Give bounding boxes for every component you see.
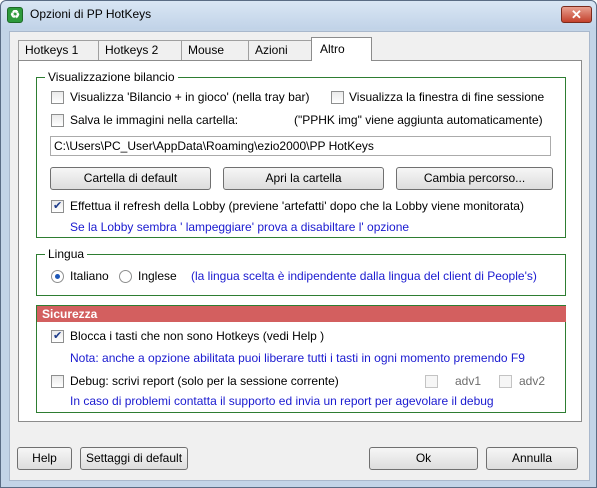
- balance-group-legend: Visualizzazione bilancio: [45, 70, 178, 84]
- debug-checkbox[interactable]: [51, 375, 64, 388]
- adv1-label: adv1: [455, 374, 482, 388]
- show-balance-label: Visualizza 'Bilancio + in gioco' (nella …: [70, 90, 310, 104]
- save-images-note: ("PPHK img" viene aggiunta automaticamen…: [294, 113, 543, 127]
- balance-group: Visualizzazione bilancio Visualizza 'Bil…: [36, 70, 566, 238]
- window-title: Opzioni di PP HotKeys: [30, 7, 152, 21]
- tab-panel-altro: Visualizzazione bilancio Visualizza 'Bil…: [18, 60, 582, 422]
- language-group-legend: Lingua: [45, 247, 88, 261]
- default-settings-button[interactable]: Settaggi di default: [80, 447, 188, 470]
- debug-label: Debug: scrivi report (solo per la sessio…: [70, 374, 339, 388]
- adv1-checkbox[interactable]: [425, 375, 438, 388]
- tab-mouse[interactable]: Mouse: [181, 40, 249, 60]
- dialog-client-area: Hotkeys 1 Hotkeys 2 Mouse Azioni Altro V…: [9, 31, 590, 481]
- refresh-lobby-checkbox[interactable]: [51, 199, 64, 213]
- english-radio[interactable]: [119, 270, 132, 283]
- title-bar[interactable]: ♻ Opzioni di PP HotKeys ✕: [1, 1, 596, 29]
- open-folder-button[interactable]: Apri la cartella: [223, 167, 384, 190]
- close-button[interactable]: ✕: [561, 6, 592, 23]
- change-path-button[interactable]: Cambia percorso...: [396, 167, 553, 190]
- english-label: Inglese: [138, 269, 177, 283]
- show-balance-checkbox[interactable]: [51, 91, 64, 104]
- tab-altro[interactable]: Altro: [311, 37, 372, 61]
- refresh-lobby-note: Se la Lobby sembra ' lampeggiare' prova …: [70, 220, 410, 234]
- tab-azioni[interactable]: Azioni: [248, 40, 312, 60]
- save-images-checkbox[interactable]: [51, 114, 64, 127]
- language-note: (la lingua scelta è indipendente dalla l…: [191, 269, 537, 283]
- italian-radio[interactable]: [51, 270, 64, 283]
- options-window: ♻ Opzioni di PP HotKeys ✕ Hotkeys 1 Hotk…: [0, 0, 597, 488]
- block-keys-checkbox[interactable]: [51, 329, 64, 343]
- language-group: Lingua Italiano Inglese (la lingua scelt…: [36, 247, 566, 296]
- security-group: Sicurezza Blocca i tasti che non sono Ho…: [36, 305, 566, 413]
- save-images-label: Salva le immagini nella cartella:: [70, 113, 239, 127]
- cancel-button[interactable]: Annulla: [486, 447, 578, 470]
- italian-label: Italiano: [70, 269, 109, 283]
- default-folder-button[interactable]: Cartella di default: [50, 167, 211, 190]
- show-end-session-label: Visualizza la finestra di fine sessione: [349, 90, 545, 104]
- show-end-session-checkbox[interactable]: [331, 91, 344, 104]
- debug-note: In caso di problemi contatta il supporto…: [70, 394, 494, 408]
- app-icon: ♻: [7, 7, 23, 23]
- block-keys-label: Blocca i tasti che non sono Hotkeys (ved…: [70, 329, 325, 343]
- tab-hotkeys-2[interactable]: Hotkeys 2: [98, 40, 182, 60]
- help-button[interactable]: Help: [17, 447, 72, 470]
- tab-hotkeys-1[interactable]: Hotkeys 1: [18, 40, 99, 60]
- security-header: Sicurezza: [37, 306, 566, 322]
- adv2-label: adv2: [519, 374, 546, 388]
- adv2-checkbox[interactable]: [499, 375, 512, 388]
- ok-button[interactable]: Ok: [369, 447, 478, 470]
- images-path-field[interactable]: C:\Users\PC_User\AppData\Roaming\ezio200…: [50, 136, 551, 156]
- block-keys-note: Nota: anche a opzione abilitata puoi lib…: [70, 351, 525, 365]
- refresh-lobby-label: Effettua il refresh della Lobby (previen…: [70, 199, 524, 213]
